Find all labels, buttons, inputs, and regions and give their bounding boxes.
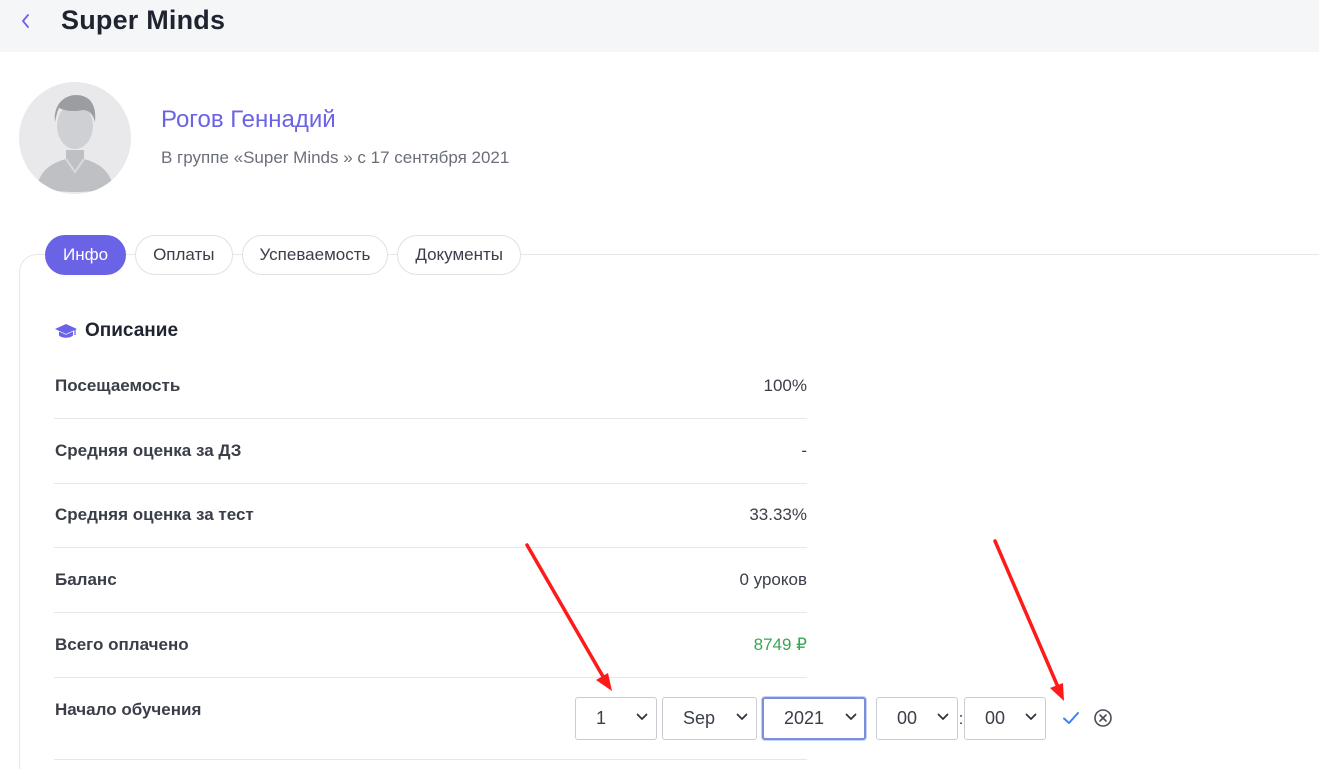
row-value: - [801, 441, 807, 460]
user-silhouette-icon [19, 82, 131, 194]
avatar [19, 82, 131, 194]
row-label: Всего оплачено [55, 635, 189, 654]
month-select[interactable]: Sep [662, 697, 757, 740]
page-title: Super Minds [61, 5, 226, 35]
day-select[interactable]: 1 [575, 697, 657, 740]
tab-payments[interactable]: Оплаты [135, 235, 233, 275]
stat-row-test-avg: Средняя оценка за тест 33.33% [54, 484, 807, 548]
hour-select[interactable]: 00 [876, 697, 958, 740]
chevron-down-icon [1025, 713, 1037, 720]
stat-row-homework-avg: Средняя оценка за ДЗ - [54, 419, 807, 484]
row-label: Средняя оценка за ДЗ [55, 441, 242, 460]
chevron-down-icon [636, 713, 648, 720]
tab-progress[interactable]: Успеваемость [241, 235, 389, 275]
row-label: Баланс [55, 570, 117, 589]
stat-row-attendance: Посещаемость 100% [54, 354, 807, 419]
back-button[interactable] [14, 8, 36, 34]
tab-info[interactable]: Инфо [45, 235, 127, 275]
student-name-link[interactable]: Рогов Геннадий [161, 106, 336, 134]
top-bar: Super Minds [0, 0, 1319, 52]
cancel-circle-icon[interactable] [1093, 708, 1113, 728]
total-paid-value: 8749 ₽ [753, 635, 807, 654]
section-title-label: Описание [85, 320, 179, 341]
row-label: Посещаемость [55, 376, 181, 395]
minute-select-value: 00 [985, 708, 1006, 728]
minute-select[interactable]: 00 [964, 697, 1046, 740]
tab-documents[interactable]: Документы [397, 235, 521, 275]
chevron-left-icon [21, 14, 29, 28]
day-select-value: 1 [596, 708, 607, 728]
row-value: 0 уроков [739, 570, 807, 589]
chevron-down-icon [736, 713, 748, 720]
start-date-editor: 1 Sep 2021 00 : 00 [575, 697, 1046, 740]
year-select-value: 2021 [784, 708, 825, 728]
year-select[interactable]: 2021 [762, 697, 866, 740]
row-label: Средняя оценка за тест [55, 505, 254, 524]
graduation-cap-icon [55, 324, 77, 338]
chevron-down-icon [845, 713, 857, 720]
row-value: 100% [763, 376, 807, 395]
chevron-down-icon [937, 713, 949, 720]
hour-select-value: 00 [897, 708, 918, 728]
row-label: Начало обучения [55, 700, 202, 719]
stat-row-balance: Баланс 0 уроков [54, 548, 807, 613]
section-title: Описание [54, 320, 178, 342]
student-group-info: В группе «Super Minds » с 17 сентября 20… [161, 148, 510, 167]
profile-tabs: Инфо Оплаты Успеваемость Документы [45, 235, 521, 275]
check-icon[interactable] [1062, 709, 1080, 727]
row-value: 33.33% [749, 505, 807, 524]
stat-row-total-paid: Всего оплачено 8749 ₽ [54, 613, 807, 678]
month-select-value: Sep [683, 708, 716, 728]
